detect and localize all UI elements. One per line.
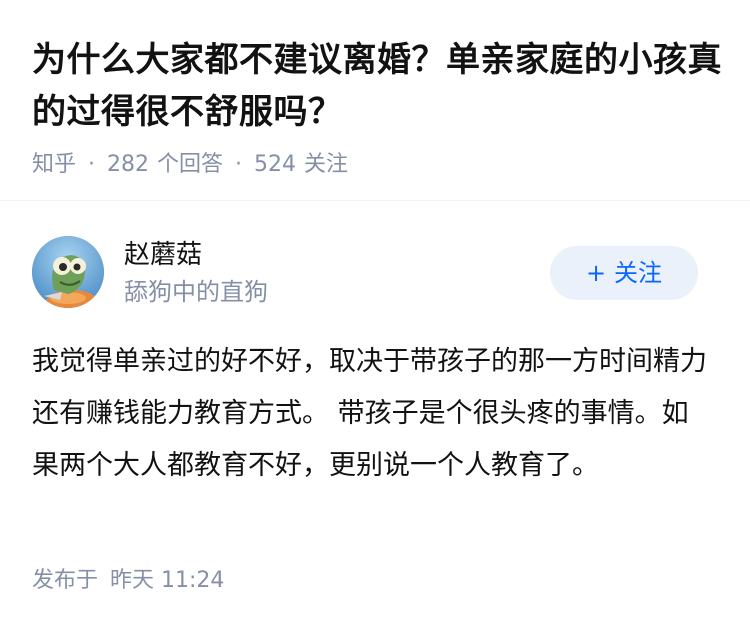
follower-count-label[interactable]: 关注: [304, 152, 348, 177]
source-label[interactable]: 知乎: [32, 152, 76, 177]
follower-count: 524: [254, 152, 297, 177]
author-bio: 舔狗中的直狗: [124, 278, 268, 306]
question-meta: 知乎 · 282 个回答 · 524 关注: [32, 150, 722, 180]
author-info: 赵蘑菇 舔狗中的直狗 + 关注: [32, 236, 722, 312]
answer-count: 282: [107, 152, 150, 177]
cartoon-chameleon-avatar-icon: [32, 236, 104, 308]
section-divider: [0, 200, 750, 201]
plus-icon: +: [585, 259, 607, 287]
answer-content[interactable]: 我觉得单亲过的好不好，取决于带孩子的那一方时间精力还有赚钱能力教育方式。 带孩子…: [32, 336, 712, 492]
follow-button[interactable]: + 关注: [550, 246, 698, 300]
question-header: 为什么大家都不建议离婚？单亲家庭的小孩真的过得很不舒服吗？ 知乎 · 282 个回答 ·…: [32, 34, 722, 180]
publish-label: 发布于: [32, 568, 99, 593]
avatar[interactable]: [32, 236, 104, 308]
follow-label: 关注: [614, 259, 663, 287]
publish-time: 发布于 昨天 11:24: [32, 566, 224, 596]
answer-count-label[interactable]: 个回答: [157, 152, 223, 177]
author-name[interactable]: 赵蘑菇: [124, 238, 202, 272]
meta-separator: ·: [235, 152, 243, 177]
question-title[interactable]: 为什么大家都不建议离婚？单亲家庭的小孩真的过得很不舒服吗？: [32, 34, 722, 138]
meta-separator: ·: [88, 152, 96, 177]
publish-time-value: 昨天 11:24: [110, 568, 225, 593]
